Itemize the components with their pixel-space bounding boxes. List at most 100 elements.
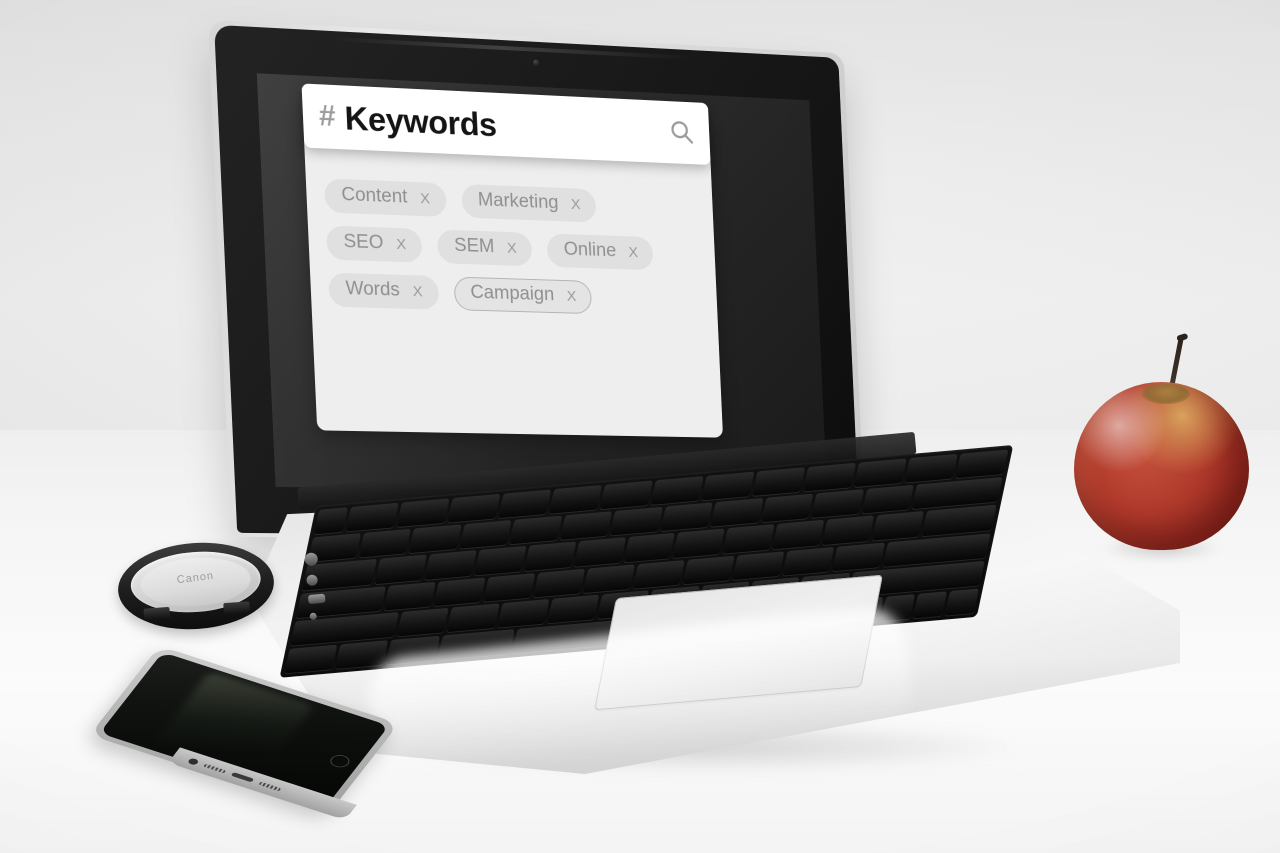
key[interactable] bbox=[474, 546, 527, 575]
red-apple bbox=[1068, 330, 1258, 570]
key[interactable] bbox=[533, 568, 586, 598]
key[interactable] bbox=[396, 498, 450, 528]
key[interactable] bbox=[583, 563, 636, 593]
tag-row: Content X Marketing X bbox=[323, 178, 697, 226]
key[interactable] bbox=[752, 467, 806, 497]
tag-label: Content bbox=[340, 184, 408, 208]
tag-label: Marketing bbox=[477, 189, 559, 214]
key[interactable] bbox=[710, 498, 764, 528]
key[interactable] bbox=[822, 515, 875, 545]
speaker-grille-icon bbox=[258, 781, 282, 792]
tag-row: Words X Campaign X bbox=[328, 272, 701, 317]
key[interactable] bbox=[383, 581, 436, 611]
key[interactable] bbox=[408, 524, 462, 554]
speaker-grille-icon bbox=[203, 763, 227, 774]
headphone-port bbox=[309, 612, 318, 621]
key[interactable] bbox=[424, 550, 477, 580]
key[interactable] bbox=[345, 502, 399, 532]
thunderbolt-port bbox=[306, 574, 319, 587]
headphone-jack-icon bbox=[187, 757, 200, 766]
key[interactable] bbox=[650, 476, 704, 506]
key[interactable] bbox=[955, 449, 1009, 479]
key-option-left[interactable] bbox=[386, 635, 440, 665]
lens-cap-pinch-tab-right bbox=[223, 601, 251, 616]
tag-remove-icon[interactable]: X bbox=[420, 190, 431, 207]
key-arrow-right[interactable] bbox=[944, 588, 979, 616]
apple-stem-well bbox=[1142, 384, 1190, 404]
tag-remove-icon[interactable]: X bbox=[396, 236, 407, 253]
key-backslash[interactable] bbox=[921, 505, 997, 536]
key[interactable] bbox=[673, 528, 726, 558]
key[interactable] bbox=[904, 453, 958, 483]
key[interactable] bbox=[722, 524, 775, 554]
tag-label: SEM bbox=[453, 234, 495, 258]
key[interactable] bbox=[483, 572, 536, 602]
key[interactable] bbox=[313, 507, 348, 535]
key[interactable] bbox=[609, 506, 663, 536]
key[interactable] bbox=[524, 541, 576, 571]
key[interactable] bbox=[772, 520, 825, 549]
key[interactable] bbox=[547, 594, 600, 624]
key[interactable] bbox=[761, 493, 814, 523]
key[interactable] bbox=[871, 511, 924, 541]
search-bar[interactable]: # Keywords bbox=[301, 83, 711, 165]
tag-remove-icon[interactable]: X bbox=[507, 240, 517, 257]
keyword-tag-online[interactable]: Online X bbox=[546, 233, 654, 271]
keyword-tag-marketing[interactable]: Marketing X bbox=[460, 183, 597, 223]
key[interactable] bbox=[573, 537, 626, 567]
key[interactable] bbox=[498, 489, 552, 519]
key[interactable] bbox=[632, 559, 686, 589]
key[interactable] bbox=[701, 471, 755, 501]
key[interactable] bbox=[623, 533, 676, 562]
key[interactable] bbox=[375, 554, 427, 584]
keywords-app-panel: # Keywords Content X Marketing X SEO X S… bbox=[301, 83, 724, 438]
key[interactable] bbox=[396, 607, 450, 637]
key-arrow-updown[interactable] bbox=[913, 591, 948, 619]
keyword-tag-sem[interactable]: SEM X bbox=[436, 229, 533, 267]
key-arrow-left[interactable] bbox=[881, 593, 916, 622]
tag-label: Words bbox=[345, 277, 401, 301]
key[interactable] bbox=[853, 458, 907, 488]
tag-label: Campaign bbox=[469, 281, 555, 306]
lens-cap-pinch-tab-left bbox=[143, 606, 171, 621]
keyword-tag-words[interactable]: Words X bbox=[328, 272, 440, 310]
search-icon[interactable] bbox=[667, 118, 696, 148]
key[interactable] bbox=[497, 598, 550, 628]
smartphone bbox=[89, 632, 400, 821]
laptop-display: # Keywords Content X Marketing X SEO X S… bbox=[256, 73, 828, 495]
key[interactable] bbox=[509, 515, 562, 545]
keyword-tag-campaign[interactable]: Campaign X bbox=[453, 276, 593, 314]
keyword-tag-list: Content X Marketing X SEO X SEM X Online… bbox=[305, 162, 723, 438]
tag-remove-icon[interactable]: X bbox=[571, 196, 581, 213]
key[interactable] bbox=[861, 484, 915, 514]
key[interactable] bbox=[782, 546, 835, 576]
key[interactable] bbox=[559, 511, 613, 541]
key[interactable] bbox=[447, 493, 501, 523]
power-port bbox=[304, 552, 319, 567]
key[interactable] bbox=[599, 480, 653, 510]
key[interactable] bbox=[811, 489, 864, 519]
key[interactable] bbox=[832, 542, 885, 571]
key[interactable] bbox=[446, 603, 500, 632]
key[interactable] bbox=[732, 550, 785, 580]
key[interactable] bbox=[358, 528, 411, 558]
key-command-left[interactable] bbox=[437, 629, 515, 661]
webcam-icon bbox=[532, 59, 540, 67]
key[interactable] bbox=[458, 520, 512, 550]
keyword-tag-seo[interactable]: SEO X bbox=[325, 225, 423, 263]
tag-remove-icon[interactable]: X bbox=[412, 283, 423, 300]
photo-scene: # Keywords Content X Marketing X SEO X S… bbox=[0, 0, 1280, 853]
key-backspace[interactable] bbox=[912, 477, 1003, 510]
key[interactable] bbox=[682, 555, 736, 585]
key[interactable] bbox=[433, 577, 486, 606]
key[interactable] bbox=[802, 462, 857, 492]
search-input-value[interactable]: Keywords bbox=[344, 99, 660, 148]
key[interactable] bbox=[660, 502, 713, 532]
charging-port-icon bbox=[230, 772, 255, 783]
keyword-tag-content[interactable]: Content X bbox=[323, 178, 447, 217]
tag-remove-icon[interactable]: X bbox=[566, 288, 576, 305]
usb-port bbox=[307, 593, 326, 605]
key[interactable] bbox=[548, 485, 602, 514]
hash-icon: # bbox=[318, 99, 336, 133]
tag-remove-icon[interactable]: X bbox=[628, 244, 638, 261]
